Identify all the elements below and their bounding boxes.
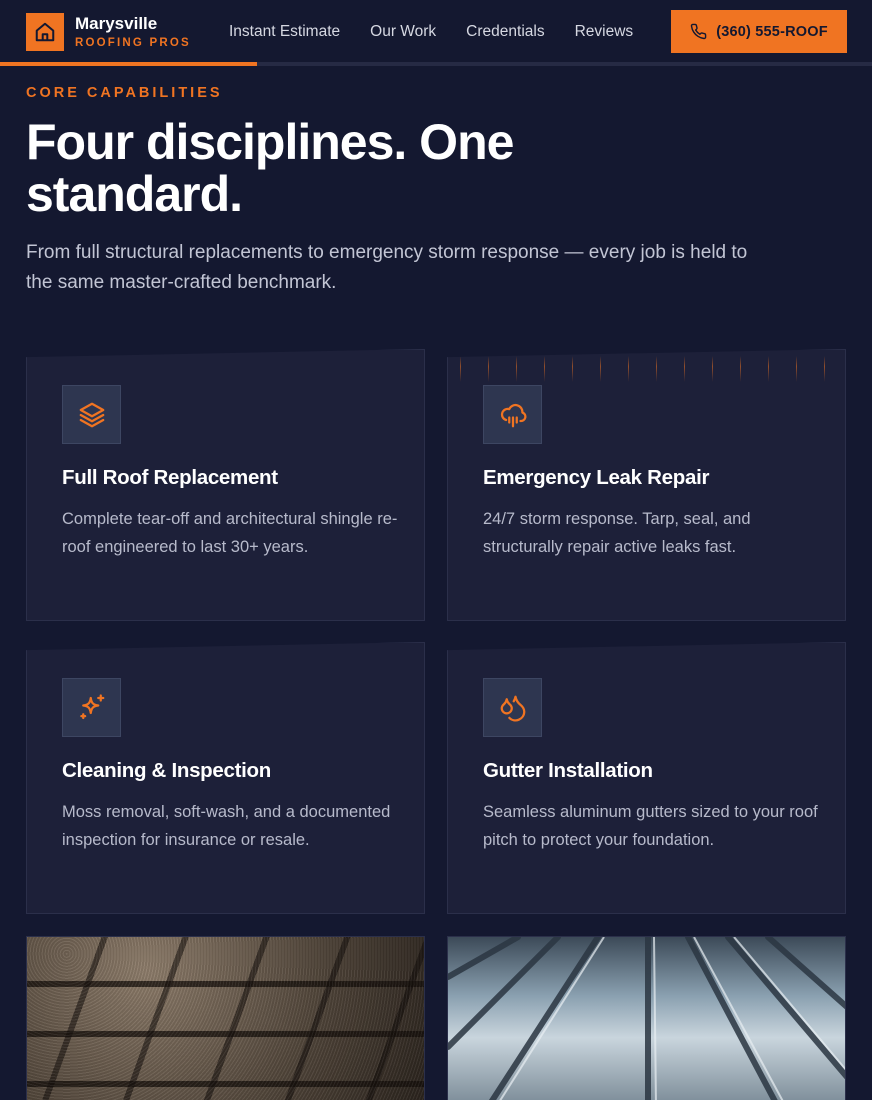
- service-card-roof-replacement[interactable]: Full Roof Replacement Complete tear-off …: [26, 349, 425, 621]
- nav-link-instant-estimate[interactable]: Instant Estimate: [229, 22, 340, 42]
- service-title: Cleaning & Inspection: [62, 759, 271, 782]
- nav-link-credentials[interactable]: Credentials: [466, 22, 544, 42]
- section-lead: From full structural replacements to eme…: [26, 242, 748, 293]
- service-description: 24/7 storm response. Tarp, seal, and str…: [483, 510, 751, 556]
- sparkles-icon: [62, 678, 121, 737]
- shingle-roof-photo: [26, 936, 425, 1100]
- service-title: Emergency Leak Repair: [483, 466, 710, 489]
- call-button-label: (360) 555-ROOF: [716, 23, 828, 40]
- droplets-icon: [483, 678, 542, 737]
- site-header: Marysville ROOFING PROS Instant Estimate…: [0, 0, 872, 66]
- call-button[interactable]: (360) 555-ROOF: [671, 10, 847, 53]
- service-card-cleaning-inspection[interactable]: Cleaning & Inspection Moss removal, soft…: [26, 642, 425, 914]
- service-description: Complete tear-off and architectural shin…: [62, 510, 398, 556]
- metal-roof-photo: [447, 936, 846, 1100]
- nav-link-our-work[interactable]: Our Work: [370, 22, 436, 42]
- brand-logo[interactable]: Marysville ROOFING PROS: [26, 13, 191, 51]
- service-card-gutter-installation[interactable]: Gutter Installation Seamless aluminum gu…: [447, 642, 846, 914]
- section-headline: Four disciplines. One standard.: [26, 114, 514, 222]
- phone-icon: [690, 23, 707, 40]
- brand-name: Marysville: [75, 13, 158, 33]
- section-eyebrow: CORE CAPABILITIES: [26, 85, 223, 101]
- service-title: Full Roof Replacement: [62, 466, 278, 489]
- main-nav: Instant Estimate Our Work Credentials Re…: [229, 22, 663, 42]
- service-description: Moss removal, soft-wash, and a documente…: [62, 803, 391, 849]
- brand-subtitle: ROOFING PROS: [75, 36, 191, 49]
- rain-decoration: [460, 356, 840, 382]
- house-icon: [26, 13, 64, 51]
- layers-icon: [62, 385, 121, 444]
- service-description: Seamless aluminum gutters sized to your …: [483, 803, 818, 849]
- service-card-leak-repair[interactable]: Emergency Leak Repair 24/7 storm respons…: [447, 349, 846, 621]
- service-title: Gutter Installation: [483, 759, 653, 782]
- cloud-rain-icon: [483, 385, 542, 444]
- scroll-progress-bar: [0, 62, 257, 66]
- nav-link-reviews[interactable]: Reviews: [575, 22, 634, 42]
